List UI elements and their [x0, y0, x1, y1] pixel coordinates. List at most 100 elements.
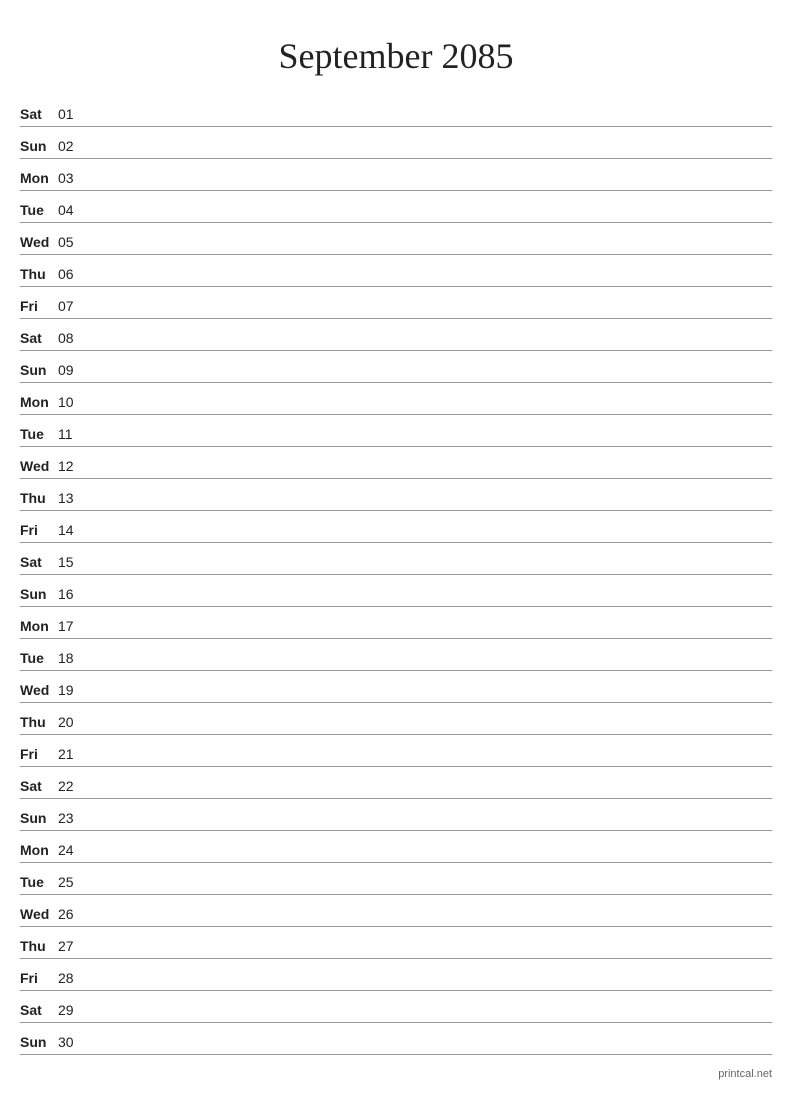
day-line	[88, 797, 772, 798]
day-name: Wed	[20, 234, 58, 254]
calendar-row: Fri21	[20, 735, 772, 767]
day-name: Sun	[20, 586, 58, 606]
calendar-row: Tue18	[20, 639, 772, 671]
day-line	[88, 733, 772, 734]
day-name: Sat	[20, 778, 58, 798]
day-line	[88, 989, 772, 990]
day-line	[88, 925, 772, 926]
day-name: Sun	[20, 138, 58, 158]
calendar-row: Mon10	[20, 383, 772, 415]
day-number: 17	[58, 618, 88, 638]
day-number: 09	[58, 362, 88, 382]
day-number: 10	[58, 394, 88, 414]
day-line	[88, 253, 772, 254]
day-name: Thu	[20, 714, 58, 734]
day-name: Wed	[20, 458, 58, 478]
calendar-row: Thu13	[20, 479, 772, 511]
day-line	[88, 1053, 772, 1054]
day-line	[88, 957, 772, 958]
calendar-row: Sun23	[20, 799, 772, 831]
calendar-row: Sat08	[20, 319, 772, 351]
day-name: Sat	[20, 1002, 58, 1022]
calendar-row: Fri07	[20, 287, 772, 319]
day-line	[88, 509, 772, 510]
day-line	[88, 413, 772, 414]
day-number: 03	[58, 170, 88, 190]
day-number: 29	[58, 1002, 88, 1022]
calendar-row: Sun09	[20, 351, 772, 383]
day-number: 18	[58, 650, 88, 670]
day-number: 15	[58, 554, 88, 574]
day-number: 08	[58, 330, 88, 350]
day-number: 01	[58, 106, 88, 126]
calendar-row: Mon24	[20, 831, 772, 863]
day-line	[88, 317, 772, 318]
day-name: Fri	[20, 970, 58, 990]
day-line	[88, 189, 772, 190]
day-name: Mon	[20, 618, 58, 638]
day-name: Sun	[20, 362, 58, 382]
day-number: 21	[58, 746, 88, 766]
day-number: 22	[58, 778, 88, 798]
page: September 2085 Sat01Sun02Mon03Tue04Wed05…	[0, 0, 792, 1095]
day-number: 07	[58, 298, 88, 318]
day-number: 05	[58, 234, 88, 254]
day-name: Sun	[20, 810, 58, 830]
calendar-row: Sat15	[20, 543, 772, 575]
day-number: 26	[58, 906, 88, 926]
calendar-row: Tue11	[20, 415, 772, 447]
day-line	[88, 765, 772, 766]
day-name: Mon	[20, 394, 58, 414]
day-number: 24	[58, 842, 88, 862]
calendar-row: Mon03	[20, 159, 772, 191]
calendar-row: Thu20	[20, 703, 772, 735]
day-line	[88, 445, 772, 446]
day-number: 02	[58, 138, 88, 158]
day-name: Mon	[20, 842, 58, 862]
day-number: 06	[58, 266, 88, 286]
day-line	[88, 573, 772, 574]
footer-watermark: printcal.net	[718, 1068, 772, 1080]
day-line	[88, 381, 772, 382]
day-line	[88, 349, 772, 350]
calendar: Sat01Sun02Mon03Tue04Wed05Thu06Fri07Sat08…	[20, 95, 772, 1055]
calendar-row: Fri14	[20, 511, 772, 543]
day-name: Sat	[20, 554, 58, 574]
calendar-row: Wed05	[20, 223, 772, 255]
day-line	[88, 285, 772, 286]
calendar-row: Wed12	[20, 447, 772, 479]
calendar-row: Sat01	[20, 95, 772, 127]
day-number: 11	[58, 426, 88, 446]
day-number: 16	[58, 586, 88, 606]
day-name: Tue	[20, 202, 58, 222]
day-line	[88, 893, 772, 894]
day-name: Thu	[20, 266, 58, 286]
day-line	[88, 605, 772, 606]
day-line	[88, 157, 772, 158]
day-name: Fri	[20, 746, 58, 766]
calendar-row: Fri28	[20, 959, 772, 991]
day-number: 23	[58, 810, 88, 830]
calendar-row: Thu27	[20, 927, 772, 959]
day-number: 28	[58, 970, 88, 990]
day-name: Mon	[20, 170, 58, 190]
day-number: 14	[58, 522, 88, 542]
day-name: Wed	[20, 906, 58, 926]
day-name: Wed	[20, 682, 58, 702]
day-line	[88, 637, 772, 638]
day-name: Sat	[20, 330, 58, 350]
calendar-row: Sun30	[20, 1023, 772, 1055]
day-name: Tue	[20, 426, 58, 446]
day-name: Thu	[20, 490, 58, 510]
day-number: 04	[58, 202, 88, 222]
day-name: Tue	[20, 874, 58, 894]
day-name: Sun	[20, 1034, 58, 1054]
calendar-row: Sat29	[20, 991, 772, 1023]
calendar-row: Tue04	[20, 191, 772, 223]
day-number: 20	[58, 714, 88, 734]
day-name: Thu	[20, 938, 58, 958]
day-name: Sat	[20, 106, 58, 126]
day-line	[88, 829, 772, 830]
calendar-row: Tue25	[20, 863, 772, 895]
calendar-row: Sun16	[20, 575, 772, 607]
